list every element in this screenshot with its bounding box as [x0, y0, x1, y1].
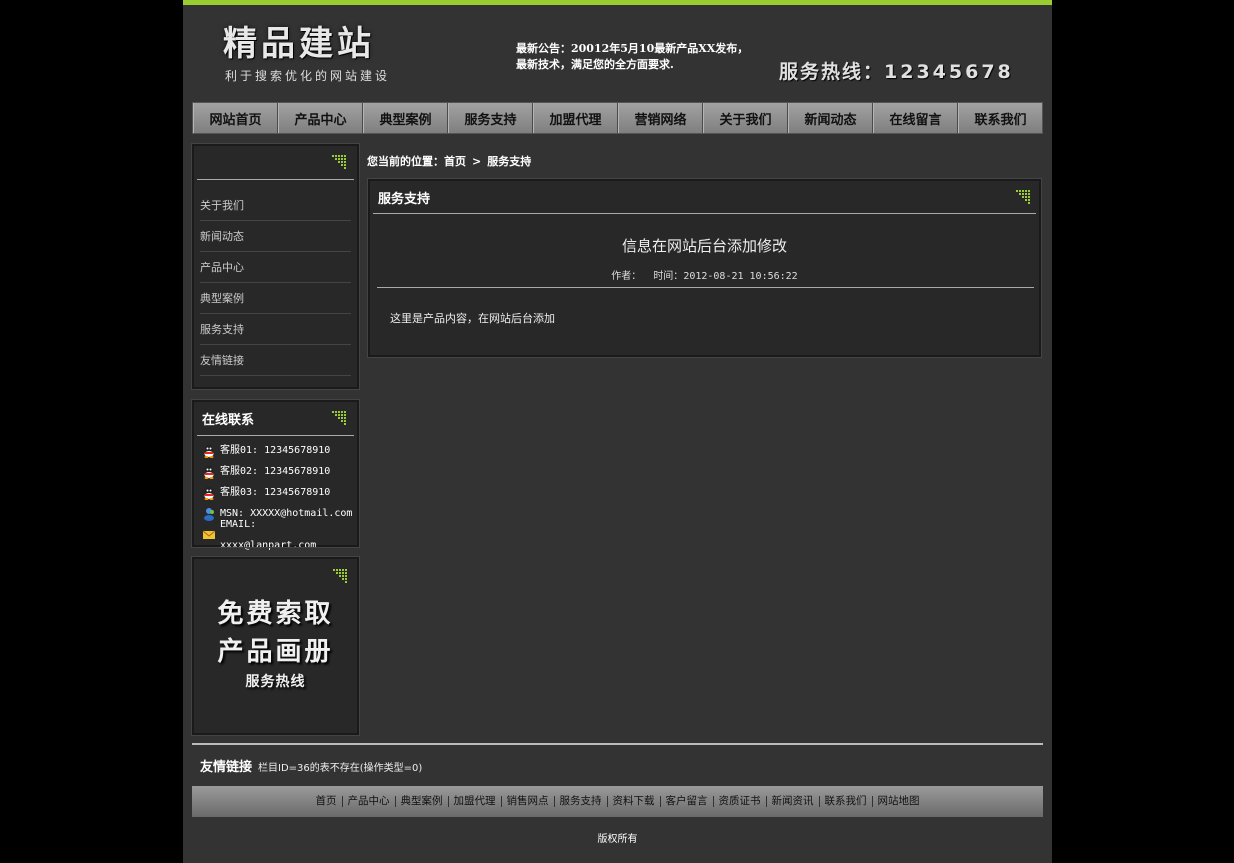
- corner-triangle-icon: [1016, 190, 1030, 204]
- sidebar-menu-header: [197, 146, 354, 180]
- main-box-header: 服务支持: [373, 181, 1036, 214]
- footer-link-messages[interactable]: 客户留言: [659, 796, 713, 807]
- footer-divider: [192, 743, 1043, 745]
- top-accent-strip: [183, 0, 1052, 5]
- friend-links: 友情链接 栏目ID=36的表不存在(操作类型=0): [200, 756, 422, 775]
- sidebar-item-cases[interactable]: 典型案例: [200, 283, 351, 314]
- footer-link-franchise[interactable]: 加盟代理: [447, 796, 501, 807]
- footer-link-sitemap[interactable]: 网站地图: [871, 796, 925, 807]
- sidebar-item-news[interactable]: 新闻动态: [200, 221, 351, 252]
- mail-icon: [202, 530, 216, 539]
- main-content-box: 服务支持 信息在网站后台添加修改 作者： 时间：2012-08-21 10:56…: [367, 178, 1042, 358]
- contact-list: 客服01: 12345678910 客服02: 12345678910 客服03…: [194, 436, 357, 551]
- contact-qq-2[interactable]: 客服02: 12345678910: [202, 461, 357, 482]
- footer-link-downloads[interactable]: 资料下载: [606, 796, 660, 807]
- sidebar-menu-box: 关于我们 新闻动态 产品中心 典型案例 服务支持 友情链接: [191, 143, 360, 390]
- breadcrumb-separator: >: [472, 155, 482, 168]
- nav-item-cases[interactable]: 典型案例: [363, 103, 448, 133]
- sidebar-contact-box: 在线联系 客服01: 12345678910 客服02: 12345678910: [191, 399, 360, 551]
- contact-qq-1[interactable]: 客服01: 12345678910: [202, 440, 357, 461]
- article-divider: [377, 287, 1034, 288]
- sidebar-item-about[interactable]: 关于我们: [200, 190, 351, 221]
- corner-triangle-icon: [332, 155, 346, 169]
- hotline-label: 服务热线：: [779, 61, 885, 83]
- sidebar-menu-list: 关于我们 新闻动态 产品中心 典型案例 服务支持 友情链接: [194, 180, 357, 376]
- article-body: 这里是产品内容，在网站后台添加: [390, 312, 555, 325]
- footer-link-certificates[interactable]: 资质证书: [712, 796, 766, 807]
- qq-icon: [204, 486, 214, 500]
- footer-link-sales[interactable]: 销售网点: [500, 796, 554, 807]
- logo-title[interactable]: 精品建站: [223, 24, 375, 64]
- sidebar-item-products[interactable]: 产品中心: [200, 252, 351, 283]
- breadcrumb-current: 服务支持: [487, 155, 532, 168]
- contact-text: 客服03: 12345678910: [220, 487, 331, 498]
- qq-icon: [204, 444, 214, 458]
- breadcrumb-prefix: 您当前的位置：: [367, 155, 444, 168]
- contact-text: 客服01: 12345678910: [220, 445, 331, 456]
- breadcrumb: 您当前的位置：首页 > 服务支持: [367, 153, 531, 169]
- friend-links-text: 栏目ID=36的表不存在(操作类型=0): [258, 763, 423, 774]
- nav-item-franchise[interactable]: 加盟代理: [533, 103, 618, 133]
- page-container: 精品建站 利于搜索优化的网站建设 最新公告：20012年5月10最新产品XX发布…: [183, 0, 1052, 863]
- nav-item-products[interactable]: 产品中心: [278, 103, 363, 133]
- promo-line-3: 服务热线: [245, 674, 306, 690]
- nav-item-network[interactable]: 营销网络: [618, 103, 703, 133]
- footer-link-products[interactable]: 产品中心: [341, 796, 395, 807]
- footer-link-home[interactable]: 首页: [311, 796, 342, 807]
- contact-email[interactable]: EMAIL: xxxx@lanpart.com: [202, 519, 357, 551]
- nav-item-contact[interactable]: 联系我们: [958, 103, 1042, 133]
- main-nav: 网站首页 产品中心 典型案例 服务支持 加盟代理 营销网络 关于我们 新闻动态 …: [192, 102, 1043, 134]
- time-value: 2012-08-21 10:56:22: [683, 271, 798, 282]
- contact-qq-3[interactable]: 客服03: 12345678910: [202, 482, 357, 503]
- article-title: 信息在网站后台添加修改: [621, 237, 787, 255]
- msn-icon: [204, 507, 214, 521]
- main-box-title: 服务支持: [378, 191, 431, 207]
- sidebar-item-support[interactable]: 服务支持: [200, 314, 351, 345]
- qq-icon: [204, 465, 214, 479]
- promo-line-1: 免费索取: [217, 599, 334, 629]
- breadcrumb-home[interactable]: 首页: [444, 155, 466, 168]
- nav-item-about[interactable]: 关于我们: [703, 103, 788, 133]
- friend-links-title: 友情链接: [200, 760, 253, 775]
- corner-triangle-icon: [332, 411, 346, 425]
- sidebar-item-links[interactable]: 友情链接: [200, 345, 351, 376]
- nav-item-home[interactable]: 网站首页: [193, 103, 278, 133]
- promo-line-2: 产品画册: [217, 637, 334, 667]
- corner-triangle-icon: [333, 569, 347, 583]
- author-label: 作者：: [611, 271, 642, 282]
- footer-link-news[interactable]: 新闻资讯: [765, 796, 819, 807]
- copyright: 版权所有: [597, 834, 638, 845]
- nav-item-news[interactable]: 新闻动态: [788, 103, 873, 133]
- contact-title: 在线联系: [202, 413, 255, 428]
- hotline-number: 12345678: [884, 61, 1014, 83]
- footer-link-support[interactable]: 服务支持: [553, 796, 607, 807]
- nav-item-message[interactable]: 在线留言: [873, 103, 958, 133]
- footer-link-cases[interactable]: 典型案例: [394, 796, 448, 807]
- contact-header: 在线联系: [197, 402, 354, 436]
- sidebar-promo-box[interactable]: 免费索取 产品画册 服务热线: [191, 556, 360, 736]
- footer-link-contact[interactable]: 联系我们: [818, 796, 872, 807]
- logo-subtitle: 利于搜索优化的网站建设: [225, 69, 391, 83]
- article-meta: 作者： 时间：2012-08-21 10:56:22: [370, 267, 1039, 282]
- contact-text: EMAIL: xxxx@lanpart.com: [220, 518, 317, 551]
- hotline: 服务热线：12345678: [779, 60, 1014, 84]
- notice-block: 最新公告：20012年5月10最新产品XX发布， 最新技术，满足您的全方面要求.: [516, 41, 748, 73]
- time-label: 时间：: [653, 271, 684, 282]
- contact-text: 客服02: 12345678910: [220, 466, 331, 477]
- nav-item-support[interactable]: 服务支持: [448, 103, 533, 133]
- footer-nav: 首页 产品中心 典型案例 加盟代理 销售网点 服务支持 资料下载 客户留言 资质…: [192, 786, 1043, 817]
- notice-line: 最新公告：20012年5月10最新产品XX发布，: [516, 42, 749, 55]
- notice-line: 最新技术，满足您的全方面要求.: [516, 58, 674, 71]
